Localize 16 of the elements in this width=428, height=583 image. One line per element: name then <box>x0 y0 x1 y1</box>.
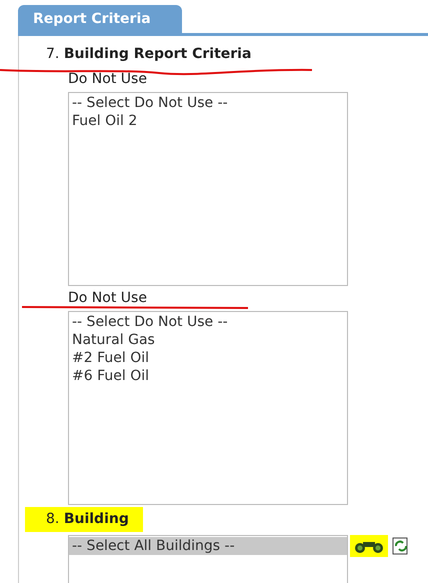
field-label: Do Not Use <box>68 70 147 89</box>
binoculars-icon[interactable] <box>352 539 386 553</box>
list-option[interactable]: #6 Fuel Oil <box>69 367 347 385</box>
list-option[interactable]: #2 Fuel Oil <box>69 349 347 367</box>
list-box[interactable]: -- Select Do Not Use -- Fuel Oil 2 <box>68 92 348 286</box>
list-option[interactable]: -- Select All Buildings -- <box>69 537 347 555</box>
list-box[interactable]: -- Select All Buildings -- <box>68 535 348 583</box>
list-option[interactable]: -- Select Do Not Use -- <box>69 94 347 112</box>
list-box[interactable]: -- Select Do Not Use -- Natural Gas #2 Fuel Oil #6 Fuel Oil <box>68 311 348 505</box>
section-heading: 7. Building Report Criteria <box>45 45 252 64</box>
list-option[interactable]: Natural Gas <box>69 331 347 349</box>
section-heading: 8. Building <box>25 507 143 532</box>
refresh-icon[interactable] <box>392 537 410 555</box>
field-label: Do Not Use <box>68 289 147 308</box>
list-option[interactable]: -- Select Do Not Use -- <box>69 313 347 331</box>
list-option[interactable]: Fuel Oil 2 <box>69 112 347 130</box>
